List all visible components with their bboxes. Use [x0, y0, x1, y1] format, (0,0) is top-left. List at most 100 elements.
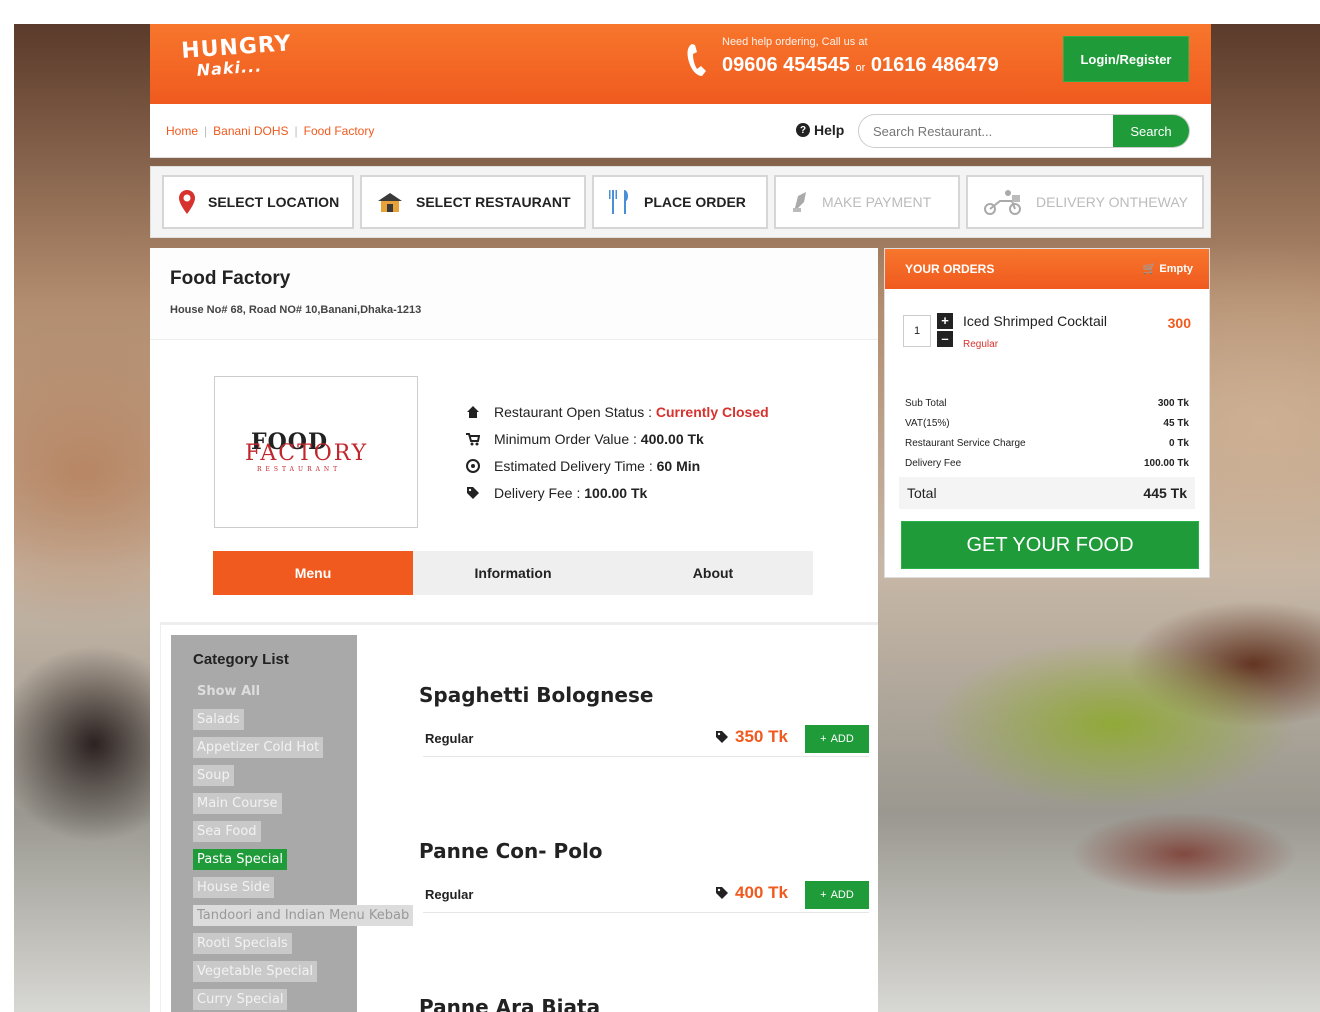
tab-about[interactable]: About — [613, 551, 813, 595]
add-label: ADD — [830, 733, 854, 745]
plus-button[interactable]: + — [937, 313, 953, 329]
delivery-time-label: Estimated Delivery Time : — [494, 457, 653, 474]
help-label: Help — [814, 122, 845, 138]
add-to-cart-button[interactable]: + ADD — [805, 725, 869, 753]
site-logo[interactable]: HUNGRY Naki... — [181, 31, 294, 82]
clock-icon — [466, 458, 480, 473]
or-text: or — [855, 62, 866, 74]
category-item[interactable]: Sea Food — [193, 821, 413, 843]
login-register-button[interactable]: Login/Register — [1063, 36, 1189, 82]
plus-icon: + — [820, 733, 827, 745]
search-box: Search — [858, 114, 1190, 148]
orders-header: YOUR ORDERS 🛒 Empty — [885, 249, 1209, 289]
min-order-label: Minimum Order Value : — [494, 430, 637, 447]
phone-icon — [687, 44, 706, 76]
step-place-order[interactable]: PLACE ORDER — [592, 175, 768, 229]
quantity-field[interactable]: 1 — [903, 315, 931, 347]
open-status-row: Restaurant Open Status : Currently Close… — [466, 398, 769, 425]
payment-icon — [793, 192, 806, 212]
cutlery-icon — [609, 190, 629, 214]
category-item[interactable]: Appetizer Cold Hot — [193, 737, 413, 759]
total-row: Total 445 Tk — [899, 477, 1195, 509]
category-item[interactable]: Vegetable Special — [193, 961, 413, 983]
help-note: Need help ordering, Call us at — [722, 36, 868, 48]
add-to-cart-button[interactable]: + ADD — [805, 881, 869, 909]
restaurant-logo: FOOD FACTORY RESTAURANT — [214, 376, 418, 528]
help-link[interactable]: ? Help — [796, 122, 844, 138]
price-value: 400 Tk — [735, 883, 788, 902]
menu-item-variant-row: Regular 400 Tk + ADD — [423, 881, 869, 913]
delivery-fee-value: 100.00 Tk — [584, 484, 648, 501]
price-tag-icon — [716, 731, 728, 743]
top-header: HUNGRY Naki... Need help ordering, Call … — [150, 24, 1211, 104]
cart-icon: 🛒 — [1142, 263, 1157, 275]
tag-icon — [467, 486, 479, 499]
total-label: Total — [907, 485, 937, 501]
phone-2[interactable]: 01616 486479 — [871, 54, 999, 76]
category-item[interactable]: Rooti Specials — [193, 933, 413, 955]
menu-area: Category List Show All Salads Appetizer … — [160, 622, 878, 1012]
quantity-stepper: + – — [937, 313, 955, 349]
delivery-fee-row: Delivery Fee 100.00 Tk — [905, 457, 1189, 469]
tab-information[interactable]: Information — [413, 551, 613, 595]
get-your-food-button[interactable]: GET YOUR FOOD — [901, 521, 1199, 569]
menu-item: Panne Ara Biata — [419, 995, 879, 1012]
category-item[interactable]: Curry Special — [193, 989, 413, 1011]
category-item[interactable]: Tandoori and Indian Menu Kebab — [193, 905, 414, 927]
restaurant-tabs: Menu Information About — [213, 551, 813, 595]
your-orders-panel: YOUR ORDERS 🛒 Empty 1 + – Iced Shrimped … — [884, 248, 1210, 578]
delivery-time-row: Estimated Delivery Time : 60 Min — [466, 452, 769, 479]
step-label: PLACE ORDER — [644, 194, 746, 210]
tab-menu[interactable]: Menu — [213, 551, 413, 595]
step-select-location[interactable]: SELECT LOCATION — [162, 175, 354, 229]
logo-word-restaurant: RESTAURANT — [257, 466, 342, 473]
menu-item-name: Panne Ara Biata — [419, 995, 601, 1012]
service-charge-row: Restaurant Service Charge 0 Tk — [905, 437, 1189, 449]
variant-label: Regular — [425, 731, 474, 746]
breadcrumb-sep: | — [294, 124, 298, 138]
scooter-icon — [984, 190, 1021, 215]
category-item[interactable]: Main Course — [193, 793, 413, 815]
search-button[interactable]: Search — [1113, 115, 1189, 147]
restaurant-icon — [378, 193, 402, 212]
price-value: 350 Tk — [735, 727, 788, 746]
step-label: MAKE PAYMENT — [822, 194, 932, 210]
help-icon: ? — [796, 123, 810, 137]
search-input[interactable] — [859, 115, 1115, 147]
order-item-variant: Regular — [963, 339, 999, 350]
map-pin-icon — [179, 190, 195, 214]
open-status-value: Currently Closed — [655, 403, 769, 420]
category-item[interactable]: House Side — [193, 877, 413, 899]
breadcrumb-restaurant[interactable]: Food Factory — [304, 124, 375, 138]
empty-cart-link[interactable]: 🛒 Empty — [1143, 262, 1193, 275]
plus-icon: + — [820, 889, 827, 901]
menu-item-name: Panne Con- Polo — [419, 839, 603, 863]
step-delivery-ontheway[interactable]: DELIVERY ONTHEWAY — [966, 175, 1204, 229]
phone-1[interactable]: 09606 454545 — [722, 54, 850, 76]
minus-button[interactable]: – — [937, 331, 953, 347]
restaurant-header: Food Factory House No# 68, Road NO# 10,B… — [150, 248, 878, 340]
breadcrumb-area[interactable]: Banani DOHS — [213, 124, 288, 138]
breadcrumb: Home | Banani DOHS | Food Factory — [166, 124, 374, 138]
breadcrumb-home[interactable]: Home — [166, 124, 198, 138]
phone-numbers: 09606 454545 or 01616 486479 — [722, 54, 999, 77]
sub-bar: Home | Banani DOHS | Food Factory ? Help Sea… — [150, 104, 1211, 158]
order-item-price: 300 — [1167, 315, 1191, 331]
delivery-fee-label: Delivery Fee : — [494, 484, 581, 501]
restaurant-panel: Food Factory House No# 68, Road NO# 10,B… — [150, 248, 878, 1012]
category-item-active[interactable]: Pasta Special — [193, 849, 413, 871]
step-make-payment[interactable]: MAKE PAYMENT — [774, 175, 960, 229]
home-icon — [467, 405, 479, 418]
category-item[interactable]: Salads — [193, 709, 413, 731]
menu-item-variant-row: Regular 350 Tk + ADD — [423, 725, 869, 757]
step-select-restaurant[interactable]: SELECT RESTAURANT — [360, 175, 586, 229]
category-item[interactable]: Soup — [193, 765, 413, 787]
category-item[interactable]: Show All — [193, 681, 413, 703]
price-tag-icon — [716, 887, 728, 899]
step-label: SELECT RESTAURANT — [416, 194, 571, 210]
orders-title: YOUR ORDERS — [905, 262, 995, 276]
menu-item-price: 350 Tk — [715, 727, 788, 747]
restaurant-info: Restaurant Open Status : Currently Close… — [466, 398, 769, 506]
menu-item: Spaghetti Bolognese Regular 350 Tk + ADD — [419, 683, 879, 757]
delivery-time-value: 60 Min — [656, 457, 701, 474]
